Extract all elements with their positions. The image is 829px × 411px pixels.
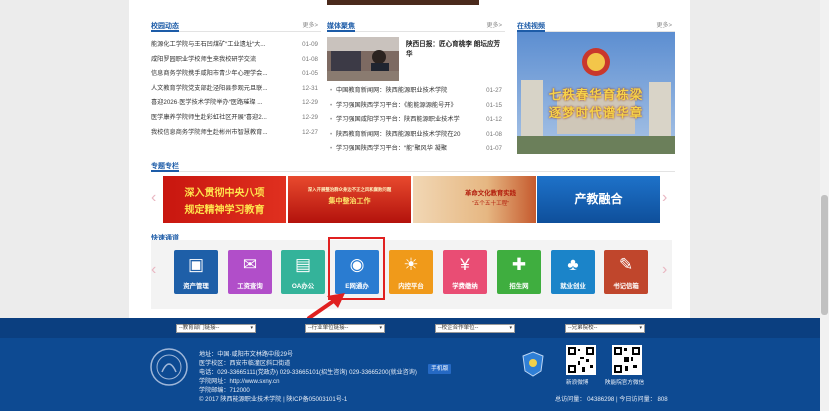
top-image-strip bbox=[327, 0, 479, 5]
footer-url[interactable]: 学院网址：http://www.sxny.cn bbox=[199, 376, 279, 385]
quick-next-arrow[interactable]: › bbox=[662, 262, 667, 278]
weibo-label: 新浪微博 bbox=[566, 380, 589, 386]
quick-prev-arrow[interactable]: ‹ bbox=[151, 262, 156, 278]
select-education-links[interactable]: --教育部门链接-- ▾ bbox=[176, 324, 256, 333]
wechat-label: 陕能院官方微信 bbox=[605, 380, 645, 386]
media-featured-caption[interactable]: 陕西日报：匠心育桃李 朗坛应芳华 bbox=[406, 40, 504, 60]
banner-industry-education[interactable]: 产教融合 bbox=[537, 176, 660, 223]
mail-icon: ✎ bbox=[618, 255, 634, 274]
online-video-thumbnail[interactable]: 七秩春华育栋梁 逐梦时代谱华章 bbox=[517, 32, 675, 154]
sunrise-icon: ☀ bbox=[403, 255, 419, 274]
quick-oa-office[interactable]: ▤ OA办公 bbox=[281, 250, 325, 294]
police-badge-icon[interactable] bbox=[521, 351, 545, 377]
online-video-more-link[interactable]: 更多> bbox=[656, 20, 672, 29]
special-next-arrow[interactable]: › bbox=[662, 190, 667, 206]
footer-links-bar bbox=[0, 318, 820, 338]
footer-copyright: © 2017 陕西能源职业技术学院 | 陕ICP备05003101号-1 bbox=[199, 396, 348, 403]
media-focus-title: 媒体聚焦 bbox=[327, 18, 355, 32]
special-header: 专题专栏 bbox=[151, 158, 675, 172]
document-icon: ▤ bbox=[294, 255, 312, 274]
visit-counter: 总访问量： 04386298 | 今日访问量： 808 bbox=[555, 396, 668, 403]
site-footer: --教育部门链接-- ▾ --行业单位链接-- ▾ --校企合作单位-- ▾ --兄弟… bbox=[0, 318, 820, 411]
select-industry-links[interactable]: --行业单位链接-- ▾ bbox=[305, 324, 385, 333]
banner-central-eight-rules[interactable]: 深入贯彻中央八项 规定精神学习教育 bbox=[163, 176, 286, 223]
weibo-qr-code bbox=[566, 345, 596, 375]
footer-phone: 电话：029-33665111(党政办) 029-33665101(招生咨询) … bbox=[199, 369, 417, 376]
special-title: 专题专栏 bbox=[151, 158, 179, 172]
special-prev-arrow[interactable]: ‹ bbox=[151, 190, 156, 206]
campus-news-title: 校园动态 bbox=[151, 18, 179, 32]
media-news-list: 中国教育新闻网：陕西能源职业技术学院 01-27 • 学习强国陕西学习平台：《能能源… bbox=[330, 84, 505, 157]
list-item[interactable]: 医学康养学院师生赴彩虹社区开展“喜迎2... 12-29 bbox=[151, 111, 321, 126]
campus-news-list: 能源化工学院与王石凹煤矿“工业遗址“大... 01-09 咸阳罗园职业学校师生来我… bbox=[151, 38, 321, 140]
user-add-icon: ✚ bbox=[511, 255, 527, 274]
media-focus-header: 媒体聚焦 更多> bbox=[327, 18, 505, 32]
quick-employment[interactable]: ♣ 就业创业 bbox=[551, 250, 595, 294]
box-icon: ▣ bbox=[187, 255, 205, 274]
list-item[interactable]: 学习强国陕西学习平台：“能”聚风华 凝聚 01-07 • bbox=[330, 142, 505, 157]
video-overlay-line1: 七秩春华育栋梁 bbox=[548, 87, 644, 102]
quick-salary-query[interactable]: ✉ 工资查询 bbox=[228, 250, 272, 294]
ticket-icon: ✉ bbox=[242, 255, 258, 274]
online-video-header: 在线视频 更多> bbox=[517, 18, 675, 32]
list-item[interactable]: 陕西教育新闻网：陕西能源职业技术学院在20 01-08 • bbox=[330, 128, 505, 143]
yen-icon: ¥ bbox=[460, 255, 470, 274]
list-item[interactable]: 中国教育新闻网：陕西能源职业技术学院 01-27 • bbox=[330, 84, 505, 99]
media-featured-photo[interactable] bbox=[327, 37, 399, 81]
banner-rectification[interactable]: 深入开展整治群众身边不正之风和腐败问题 集中整治工作 bbox=[288, 176, 411, 223]
list-item[interactable]: 学习强国陕西学习平台：《能能源源能号开》 01-15 • bbox=[330, 99, 505, 114]
quick-secretary-mailbox[interactable]: ✎ 书记信箱 bbox=[604, 250, 648, 294]
quick-asset-management[interactable]: ▣ 资产管理 bbox=[174, 250, 218, 294]
quick-tuition-payment[interactable]: ¥ 学费缴纳 bbox=[443, 250, 487, 294]
quick-internal-control[interactable]: ☀ 内控平台 bbox=[389, 250, 433, 294]
list-item[interactable]: 我校信息商务学院师生赴彬州市智慧教育... 12-27 bbox=[151, 126, 321, 141]
list-item[interactable]: 人文教育学院党支部赴泾阳县参观元旦联... 12-31 bbox=[151, 82, 321, 97]
vertical-scrollbar[interactable] bbox=[820, 0, 829, 411]
list-item[interactable]: 喜迎2026·医学技术学院举办“医路璀璨 ... 12-29 bbox=[151, 96, 321, 111]
select-enterprise-links[interactable]: --校企合作单位-- ▾ bbox=[435, 324, 515, 333]
online-video-title: 在线视频 bbox=[517, 18, 545, 32]
campus-news-more-link[interactable]: 更多> bbox=[302, 20, 318, 29]
video-overlay-line2: 逐梦时代谱华章 bbox=[548, 105, 644, 120]
media-focus-more-link[interactable]: 更多> bbox=[486, 20, 502, 29]
list-item[interactable]: 咸阳罗园职业学校师生来我校研学交流 01-08 bbox=[151, 53, 321, 68]
select-sister-schools[interactable]: --兄弟院校-- ▾ bbox=[565, 324, 645, 333]
wechat-qr-code bbox=[612, 345, 642, 375]
banner-revolutionary-culture[interactable]: 革命文化教育实践 “五个五十工程” bbox=[413, 176, 536, 223]
scrollbar-thumb[interactable] bbox=[821, 195, 828, 315]
footer-address: 地址：中国·咸阳市文林路中段29号 bbox=[199, 351, 294, 358]
handshake-icon: ♣ bbox=[567, 255, 579, 274]
list-item[interactable]: 信息商务学院携手咸阳市青少年心理学会... 01-05 bbox=[151, 67, 321, 82]
mobile-version-button[interactable]: 手机版 bbox=[428, 364, 452, 374]
campus-news-header: 校园动态 更多> bbox=[151, 18, 321, 32]
college-logo bbox=[150, 348, 188, 386]
list-item[interactable]: 学习强国咸阳学习平台：陕西能源职业技术学 01-12 • bbox=[330, 113, 505, 128]
list-item[interactable]: 能源化工学院与王石凹煤矿“工业遗址“大... 01-09 bbox=[151, 38, 321, 53]
quick-admissions[interactable]: ✚ 招生网 bbox=[497, 250, 541, 294]
footer-postcode: 学院邮编：712000 bbox=[199, 387, 250, 394]
footer-campus: 医学校区：西安市临潼区斜口街道 bbox=[199, 360, 291, 367]
